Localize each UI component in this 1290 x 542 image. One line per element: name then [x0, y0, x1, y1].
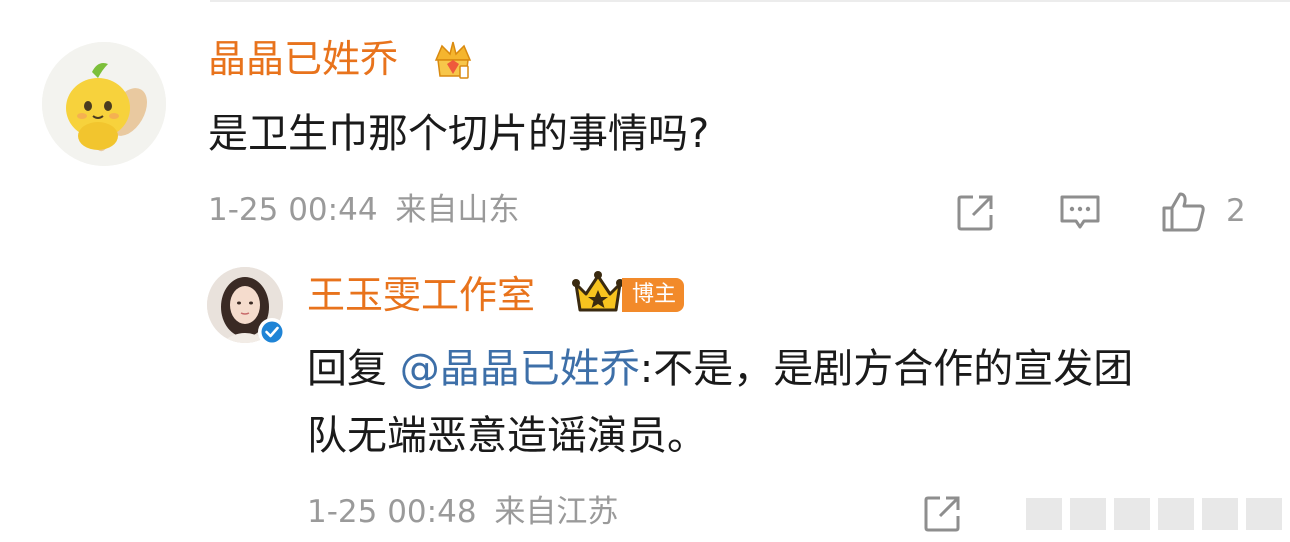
- avatar[interactable]: [42, 42, 166, 166]
- comment-timestamp: 1-25 00:44: [208, 192, 378, 228]
- reply-meta: 1-25 00:48 来自江苏: [307, 497, 618, 528]
- share-icon[interactable]: [922, 494, 962, 534]
- reply-text-rest: :不是，是剧方合作的宣发团: [639, 346, 1134, 392]
- reply-location: 来自江苏: [494, 494, 619, 530]
- reply-text-line1: 回复 @晶晶已姓乔:不是，是剧方合作的宣发团: [307, 349, 1133, 389]
- reply-timestamp: 1-25 00:48: [307, 494, 477, 530]
- reply-username[interactable]: 王玉雯工作室: [307, 276, 535, 314]
- crown-diamond-badge-icon: [434, 41, 472, 79]
- verified-check-icon: [258, 318, 286, 346]
- comment-text: 是卫生巾那个切片的事情吗?: [208, 111, 710, 157]
- like-count: 2: [1226, 193, 1246, 229]
- reply-text-line2: 队无端恶意造谣演员。: [307, 413, 707, 459]
- comment-icon[interactable]: [1058, 193, 1102, 233]
- comment-username[interactable]: 晶晶已姓乔: [208, 40, 398, 78]
- comment-meta: 1-25 00:44 来自山东: [208, 195, 519, 226]
- share-icon[interactable]: [955, 193, 995, 233]
- comment-location: 来自山东: [395, 192, 520, 228]
- watermark-overlay-icon: [1026, 498, 1282, 530]
- mention-link[interactable]: @晶晶已姓乔: [400, 346, 640, 392]
- gold-crown-icon: [572, 271, 624, 312]
- top-divider: [210, 0, 1290, 2]
- lemon-mascot-avatar-icon: [42, 42, 166, 166]
- blogger-badge: 博主: [622, 278, 685, 312]
- reply-prefix: 回复: [307, 346, 387, 392]
- like-icon[interactable]: [1160, 190, 1208, 234]
